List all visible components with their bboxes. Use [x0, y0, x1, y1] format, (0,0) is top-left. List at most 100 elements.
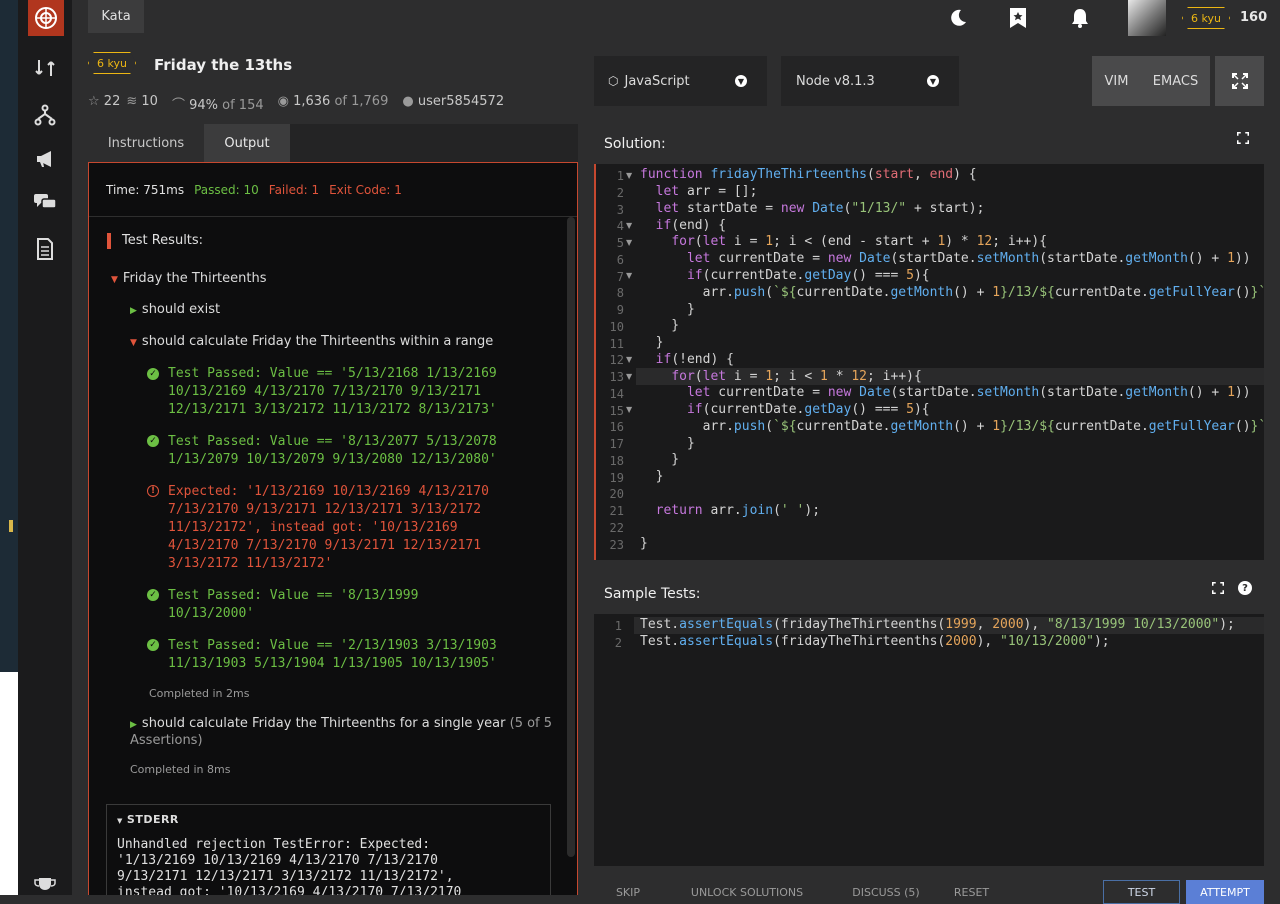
code-line: Test.assertEquals(fridayTheThirteenths(1… — [640, 617, 1235, 632]
fullscreen-button[interactable] — [1215, 56, 1264, 106]
code-line: } — [640, 452, 680, 467]
suite-header[interactable]: ▼ Friday the Thirteenths — [111, 271, 267, 286]
fail-alert-icon: ! — [147, 485, 159, 497]
chat-icon[interactable] — [32, 189, 58, 215]
should-exist-group[interactable]: ▶ should exist — [130, 302, 220, 317]
code-line: } — [640, 335, 664, 350]
output-scrollbar[interactable] — [567, 217, 575, 857]
code-line: } — [640, 318, 680, 333]
expand-icon[interactable] — [1237, 132, 1249, 144]
fold-arrow-icon[interactable]: ▼ — [626, 372, 632, 381]
stars-stat[interactable]: ☆ 22 — [88, 94, 120, 113]
help-question-icon[interactable]: ? — [1238, 581, 1252, 595]
tab-instructions[interactable]: Instructions — [88, 124, 204, 162]
fold-arrow-icon[interactable]: ▼ — [626, 238, 632, 247]
bookmark-star-icon[interactable] — [1006, 6, 1030, 30]
code-line: if(currentDate.getDay() === 5){ — [686, 402, 930, 417]
chevron-down-icon: ▼ — [927, 75, 939, 87]
line-number: 21 — [609, 504, 624, 518]
fold-arrow-icon[interactable]: ▼ — [626, 355, 632, 364]
dark-mode-moon-icon[interactable] — [946, 6, 970, 30]
author-stat[interactable]: ● user5854572 — [402, 94, 504, 113]
unlock-solutions-button[interactable]: UNLOCK SOLUTIONS — [667, 880, 827, 904]
code-line: if(!end) { — [655, 352, 734, 367]
vim-mode-button[interactable]: VIM — [1092, 56, 1141, 106]
emacs-mode-button[interactable]: EMACS — [1141, 56, 1210, 106]
expand-icon — [1231, 73, 1248, 89]
pass-check-icon: ✓ — [147, 435, 159, 447]
code-line: function fridayTheThirteenths(start, end… — [640, 167, 977, 182]
user-rank-badge[interactable]: 6 kyu — [1182, 7, 1230, 29]
line-number: 5 — [616, 236, 624, 250]
fold-arrow-icon[interactable]: ▼ — [626, 405, 632, 414]
discuss-button[interactable]: DISCUSS (5) — [833, 880, 939, 904]
code-line: for(let i = 1; i < 1 * 12; i++){ — [671, 369, 922, 384]
stderr-box: ▼ STDERR Unhandled rejection TestError: E… — [106, 804, 551, 895]
line-number: 19 — [609, 470, 624, 485]
pass-check-icon: ✓ — [147, 368, 159, 380]
line-number: 2 — [614, 636, 622, 650]
reset-button[interactable]: RESET — [943, 880, 1000, 904]
code-line: } — [640, 469, 664, 484]
line-gutter — [594, 614, 634, 866]
pass-check-icon: ✓ — [147, 589, 159, 601]
trophy-icon[interactable] — [32, 873, 58, 899]
code-line: Test.assertEquals(fridayTheThirteenths(2… — [640, 634, 1110, 649]
expand-icon[interactable] — [1212, 582, 1224, 594]
document-icon[interactable] — [32, 236, 58, 262]
code-line: let currentDate = new Date(startDate.set… — [686, 251, 1251, 266]
tab-output[interactable]: Output — [204, 124, 290, 162]
kata-tab[interactable]: Kata — [88, 0, 144, 33]
user-avatar[interactable] — [1128, 0, 1166, 36]
line-number: 12 — [609, 353, 624, 368]
code-line: for(let i = 1; i < (end - start + 1) * 1… — [671, 234, 1048, 249]
star-icon: ☆ — [88, 94, 100, 109]
fork-icon[interactable] — [32, 102, 58, 128]
notification-bell-icon[interactable] — [1068, 6, 1092, 30]
version-select[interactable]: Node v8.1.3 ▼ — [781, 56, 959, 106]
output-panel: Time: 751ms Passed: 10 Failed: 1 Exit Co… — [88, 162, 578, 895]
sample-tests-header: Sample Tests: ? — [594, 574, 1264, 614]
single-year-assertions: Assertions) — [130, 733, 203, 748]
skip-button[interactable]: SKIP — [597, 880, 659, 904]
collapse-triangle-icon: ▶ — [130, 306, 137, 316]
honor-score[interactable]: 160 — [1240, 10, 1267, 25]
test-result-failed: Expected: '1/13/2169 10/13/2169 4/13/217… — [168, 484, 489, 571]
top-bar: Kata 6 kyu 160 — [72, 0, 1280, 37]
fold-arrow-icon[interactable]: ▼ — [626, 271, 632, 280]
run-time: Time: 751ms — [106, 182, 185, 197]
practice-icon[interactable] — [32, 55, 58, 81]
expand-triangle-icon: ▼ — [117, 817, 123, 825]
test-button[interactable]: TEST — [1103, 880, 1180, 904]
code-line: arr.push(`${currentDate.getMonth() + 1}/… — [640, 419, 1264, 434]
code-line: if(end) { — [655, 218, 727, 233]
line-number: 8 — [616, 286, 624, 301]
code-line: let currentDate = new Date(startDate.set… — [686, 385, 1251, 400]
collections-stat[interactable]: ≋ 10 — [126, 94, 158, 113]
exit-code: Exit Code: 1 — [329, 182, 402, 197]
passed-count: Passed: 10 — [194, 182, 259, 197]
solution-editor[interactable]: 1 2 3 4 5 6 7 8 9 10 11 12 13 14 15 16 17 18 19 20 21 22 23 ▼ … — [594, 164, 1264, 560]
test-result: Test Passed: Value == '2/13/1903 3/13/19… — [168, 638, 497, 671]
stack-icon: ≋ — [126, 94, 138, 109]
line-number: 2 — [616, 185, 624, 200]
codewars-logo-icon[interactable] — [28, 0, 64, 36]
fold-arrow-icon[interactable]: ▼ — [626, 171, 632, 180]
stderr-label[interactable]: ▼ STDERR — [117, 813, 179, 826]
fold-arrow-icon[interactable]: ▼ — [626, 221, 632, 230]
completed-range-time: Completed in 2ms — [149, 687, 250, 700]
thumbs-icon: ⌒ — [171, 98, 185, 113]
language-select[interactable]: ⬡ JavaScript ▼ — [594, 56, 767, 106]
line-number: 15 — [609, 403, 624, 418]
attempt-button[interactable]: ATTEMPT — [1186, 880, 1264, 904]
line-number: 1 — [616, 169, 624, 183]
range-group[interactable]: ▼ should calculate Friday the Thirteenths… — [130, 334, 493, 349]
sample-tests-editor[interactable]: 1 2 Test.assertEquals(fridayTheThirteenth… — [594, 614, 1264, 866]
line-number: 20 — [609, 487, 624, 502]
megaphone-icon[interactable] — [32, 146, 58, 172]
completed-stat: ◉ 1,636 of 1,769 — [277, 94, 389, 109]
single-year-group[interactable]: ▶ should calculate Friday the Thirteenths… — [130, 716, 552, 731]
solution-title: Solution: — [604, 136, 666, 152]
expand-triangle-icon: ▼ — [111, 275, 118, 285]
line-number: 22 — [609, 520, 624, 535]
